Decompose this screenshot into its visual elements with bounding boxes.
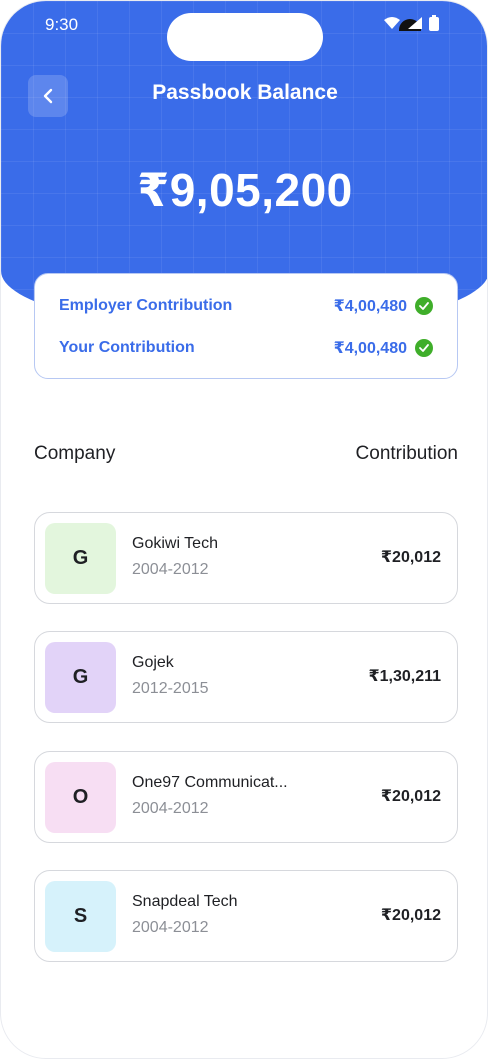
contribution-column-header: Contribution bbox=[355, 443, 458, 464]
company-contribution-amount: ₹20,012 bbox=[380, 907, 441, 924]
battery-icon bbox=[429, 15, 439, 31]
company-name: One97 Communicat... bbox=[132, 774, 288, 791]
your-contribution-label: Your Contribution bbox=[59, 339, 195, 356]
status-bar: 9:30 bbox=[1, 1, 487, 61]
company-contribution-amount: ₹20,012 bbox=[380, 549, 441, 566]
company-contribution-amount: ₹20,012 bbox=[380, 788, 441, 805]
company-column-header: Company bbox=[34, 443, 116, 464]
company-years: 2012-2015 bbox=[132, 680, 209, 697]
signal-icon bbox=[408, 17, 422, 29]
company-name: Gojek bbox=[132, 654, 174, 671]
passbook-balance: ₹9,05,200 bbox=[137, 164, 353, 216]
company-years: 2004-2012 bbox=[132, 919, 209, 936]
check-circle-icon bbox=[415, 297, 433, 315]
dynamic-island bbox=[167, 13, 421, 61]
phone-frame: 9:30 Passbook Balance ₹9,05,200 Employer… bbox=[0, 0, 488, 1059]
contribution-summary-card: Employer Contribution ₹4,00,480 Your Con… bbox=[34, 273, 458, 379]
employer-contribution-label: Employer Contribution bbox=[59, 297, 233, 314]
company-card[interactable]: G Gojek 2012-2015 ₹1,30,211 bbox=[34, 631, 458, 723]
company-name: Snapdeal Tech bbox=[132, 893, 238, 910]
your-contribution-value: ₹4,00,480 bbox=[333, 340, 407, 357]
company-avatar: O bbox=[45, 762, 116, 833]
your-contribution-row: Your Contribution ₹4,00,480 bbox=[59, 336, 433, 360]
company-name: Gokiwi Tech bbox=[132, 535, 218, 552]
status-time: 9:30 bbox=[45, 15, 79, 34]
list-header: Company Contribution bbox=[34, 443, 458, 465]
company-avatar: G bbox=[45, 642, 116, 713]
company-years: 2004-2012 bbox=[132, 561, 209, 578]
company-card[interactable]: S Snapdeal Tech 2004-2012 ₹20,012 bbox=[34, 870, 458, 962]
company-avatar: S bbox=[45, 881, 116, 952]
page-title: Passbook Balance bbox=[152, 81, 338, 104]
company-contribution-amount: ₹1,30,211 bbox=[368, 668, 441, 685]
employer-contribution-row: Employer Contribution ₹4,00,480 bbox=[59, 294, 433, 318]
company-card[interactable]: G Gokiwi Tech 2004-2012 ₹20,012 bbox=[34, 512, 458, 604]
wifi-icon bbox=[384, 17, 400, 29]
employer-contribution-value: ₹4,00,480 bbox=[333, 298, 407, 315]
company-card[interactable]: O One97 Communicat... 2004-2012 ₹20,012 bbox=[34, 751, 458, 843]
company-years: 2004-2012 bbox=[132, 800, 209, 817]
company-avatar: G bbox=[45, 523, 116, 594]
status-icons bbox=[383, 15, 439, 31]
check-circle-icon bbox=[415, 339, 433, 357]
